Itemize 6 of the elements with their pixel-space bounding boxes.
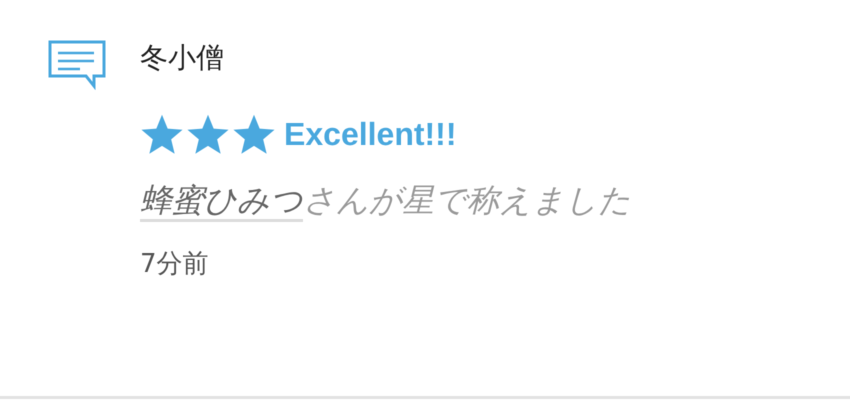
notification-message: 蜂蜜ひみつさんが星で称えました bbox=[140, 178, 631, 222]
username: 冬小僧 bbox=[140, 40, 225, 76]
user-link[interactable]: 蜂蜜ひみつ bbox=[140, 181, 303, 222]
comment-icon bbox=[48, 40, 106, 90]
rating-label: Excellent!!! bbox=[284, 116, 456, 152]
timestamp: 7分前 bbox=[140, 248, 210, 281]
